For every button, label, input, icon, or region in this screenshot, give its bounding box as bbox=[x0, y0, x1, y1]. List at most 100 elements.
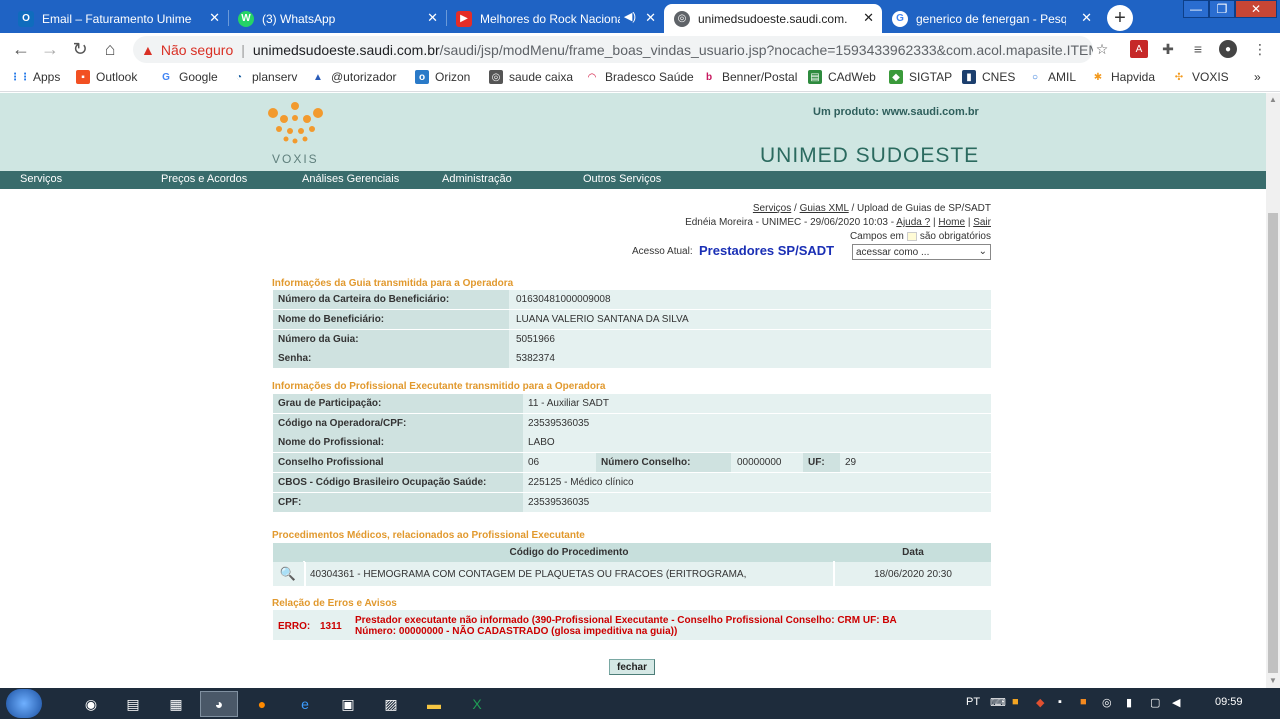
back-button[interactable]: ← bbox=[10, 38, 32, 60]
bookmark-google[interactable]: G Google bbox=[159, 70, 218, 84]
profissional-row: Nome do Profissional: LABO bbox=[273, 433, 991, 452]
start-button[interactable] bbox=[6, 689, 42, 718]
exit-link[interactable]: Sair bbox=[973, 217, 991, 228]
close-icon[interactable]: ✕ bbox=[209, 10, 220, 26]
language-indicator[interactable]: PT bbox=[966, 696, 980, 708]
close-icon[interactable]: ✕ bbox=[863, 10, 874, 26]
menu-precos-acordos[interactable]: Preços e Acordos bbox=[161, 173, 247, 185]
minimize-button[interactable]: — bbox=[1183, 0, 1209, 18]
header-codigo: Código do Procedimento bbox=[305, 543, 833, 562]
bookmark-label: Outlook bbox=[96, 70, 138, 84]
bookmark-orizon[interactable]: o Orizon bbox=[415, 70, 470, 84]
tab-title: (3) WhatsApp bbox=[262, 11, 336, 26]
speaker-icon[interactable]: ◀ bbox=[1172, 696, 1180, 709]
magnifier-icon[interactable]: 🔍 bbox=[273, 562, 303, 586]
tray-app-icon[interactable]: ■ bbox=[1012, 696, 1019, 708]
close-window-button[interactable]: ✕ bbox=[1235, 0, 1277, 18]
menu-dots-icon[interactable]: ⋮ bbox=[1251, 40, 1269, 58]
grau-value: 11 - Auxiliar SADT bbox=[528, 398, 609, 409]
bookmark-cadweb[interactable]: ▤ CAdWeb bbox=[808, 70, 876, 84]
breadcrumb-separator: / bbox=[848, 203, 858, 214]
home-link[interactable]: Home bbox=[938, 217, 965, 228]
close-icon[interactable]: ✕ bbox=[427, 10, 438, 26]
scroll-up-arrow-icon[interactable]: ▲ bbox=[1269, 95, 1277, 104]
menu-servicos[interactable]: Serviços bbox=[20, 173, 62, 185]
menu-outros-servicos[interactable]: Outros Serviços bbox=[583, 173, 661, 185]
internet-explorer-icon[interactable]: e bbox=[286, 691, 324, 717]
security-label[interactable]: Não seguro bbox=[161, 42, 233, 58]
bookmark-bradesco-sa-de[interactable]: ◠ Bradesco Saúde bbox=[585, 70, 694, 84]
tray-app-icon[interactable]: ◆ bbox=[1036, 696, 1044, 709]
bookmark-planserv[interactable]: ◔ planserv bbox=[232, 70, 297, 84]
bookmark-label: SIGTAP bbox=[909, 70, 953, 84]
chevron-down-icon: ⌄ bbox=[978, 246, 987, 257]
pdf-extension-icon[interactable]: A bbox=[1130, 40, 1148, 58]
bookmark-outlook[interactable]: ▪ Outlook bbox=[76, 70, 137, 84]
help-link[interactable]: Ajuda ? bbox=[896, 217, 930, 228]
bookmark-benner-postal[interactable]: b Benner/Postal bbox=[702, 70, 797, 84]
fingerprint-app-icon[interactable]: ◉ bbox=[72, 691, 110, 717]
error-message: Prestador executante não informado (390-… bbox=[355, 615, 897, 637]
network-icon[interactable]: ▮ bbox=[1126, 696, 1132, 709]
guia-number-value: 5051966 bbox=[516, 334, 555, 345]
bookmark-label: VOXIS bbox=[1192, 70, 1229, 84]
star-icon[interactable]: ☆ bbox=[1093, 40, 1111, 58]
restore-button[interactable]: ❐ bbox=[1209, 0, 1235, 18]
breadcrumb-servicos[interactable]: Serviços bbox=[753, 203, 791, 214]
new-tab-button[interactable]: + bbox=[1107, 5, 1133, 31]
bookmarks-overflow-button[interactable]: » bbox=[1254, 70, 1261, 84]
reload-button[interactable]: ↻ bbox=[69, 38, 91, 60]
menu-analises-gerenciais[interactable]: Análises Gerenciais bbox=[302, 173, 399, 185]
url-domain: unimedsudoeste.saudi.com.br bbox=[252, 41, 440, 58]
bookmark-voxis[interactable]: ✣ VOXIS bbox=[1172, 70, 1229, 84]
tab-email[interactable]: O Email – Faturamento Unimec – O ✕ bbox=[8, 4, 228, 33]
page-scrollbar[interactable]: ▲ ▼ bbox=[1266, 93, 1280, 688]
chrome-taskbar-icon[interactable]: ◕ bbox=[200, 691, 238, 717]
clock[interactable]: 09:59 bbox=[1215, 696, 1243, 708]
breadcrumb-guias-xml[interactable]: Guias XML bbox=[800, 203, 849, 214]
bookmark-hapvida[interactable]: ✱ Hapvida bbox=[1091, 70, 1155, 84]
access-select[interactable]: acessar como ... ⌄ bbox=[852, 244, 991, 260]
explorer-app-icon[interactable]: ▦ bbox=[157, 691, 195, 717]
tray-app-icon[interactable]: ■ bbox=[1080, 696, 1087, 708]
bookmark-label: CAdWeb bbox=[828, 70, 876, 84]
keyboard-icon[interactable]: ⌨ bbox=[990, 696, 1006, 709]
bookmark-utorizador[interactable]: ▲ @utorizador bbox=[311, 70, 397, 84]
notepad-icon[interactable]: ▤ bbox=[114, 691, 152, 717]
close-page-button[interactable]: fechar bbox=[609, 659, 655, 675]
forward-button[interactable]: → bbox=[39, 38, 61, 60]
youtube-icon: ▶ bbox=[456, 10, 472, 27]
folder-icon[interactable]: ▬ bbox=[415, 691, 453, 717]
bookmark-amil[interactable]: ○ AMIL bbox=[1028, 70, 1076, 84]
bookmark-saude-caixa[interactable]: ◎ saude caixa bbox=[489, 70, 573, 84]
tab-youtube[interactable]: ▶ Melhores do Rock Nacional ◀) ✕ bbox=[446, 4, 664, 33]
bookmark-cnes[interactable]: ▮ CNES bbox=[962, 70, 1015, 84]
bookmark-sigtap[interactable]: ◆ SIGTAP bbox=[889, 70, 952, 84]
menu-administracao[interactable]: Administração bbox=[442, 173, 512, 185]
app-icon[interactable]: ▨ bbox=[372, 691, 410, 717]
tab-google-search[interactable]: G generico de fenergan - Pesquisa ✕ bbox=[882, 4, 1100, 33]
tab-unimed[interactable]: ◎ unimedsudoeste.saudi.com.br/sa ✕ bbox=[664, 4, 882, 33]
home-button[interactable]: ⌂ bbox=[99, 38, 121, 60]
scrollbar-thumb[interactable] bbox=[1268, 213, 1278, 673]
bookmark-apps[interactable]: ⋮⋮ Apps bbox=[10, 70, 60, 84]
beneficiario-label: Nome do Beneficiário: bbox=[273, 310, 509, 329]
scroll-down-arrow-icon[interactable]: ▼ bbox=[1269, 676, 1277, 685]
address-bar[interactable]: ▲ Não seguro | unimedsudoeste.saudi.com.… bbox=[133, 36, 1093, 63]
user-info-text: Ednéia Moreira - UNIMEC - 29/06/2020 10:… bbox=[685, 217, 897, 228]
close-icon[interactable]: ✕ bbox=[1081, 10, 1092, 26]
profile-icon[interactable]: ● bbox=[1219, 40, 1237, 58]
close-icon[interactable]: ✕ bbox=[645, 10, 656, 26]
puzzle-icon[interactable]: ✚ bbox=[1159, 40, 1177, 58]
tab-title: Email – Faturamento Unimec – O bbox=[42, 11, 192, 26]
notification-icon[interactable]: ▢ bbox=[1150, 696, 1160, 709]
excel-icon[interactable]: X bbox=[458, 691, 496, 717]
speaker-icon[interactable]: ◀) bbox=[624, 10, 636, 23]
tray-app-icon[interactable]: ◎ bbox=[1102, 696, 1112, 709]
firefox-icon[interactable]: ● bbox=[243, 691, 281, 717]
tray-app-icon[interactable]: ▪ bbox=[1058, 696, 1062, 708]
tab-whatsapp[interactable]: W (3) WhatsApp ✕ bbox=[228, 4, 446, 33]
document-app-icon[interactable]: ▣ bbox=[329, 691, 367, 717]
bradesco-icon: ◠ bbox=[585, 70, 599, 84]
media-icon[interactable]: ≡ bbox=[1189, 40, 1207, 58]
